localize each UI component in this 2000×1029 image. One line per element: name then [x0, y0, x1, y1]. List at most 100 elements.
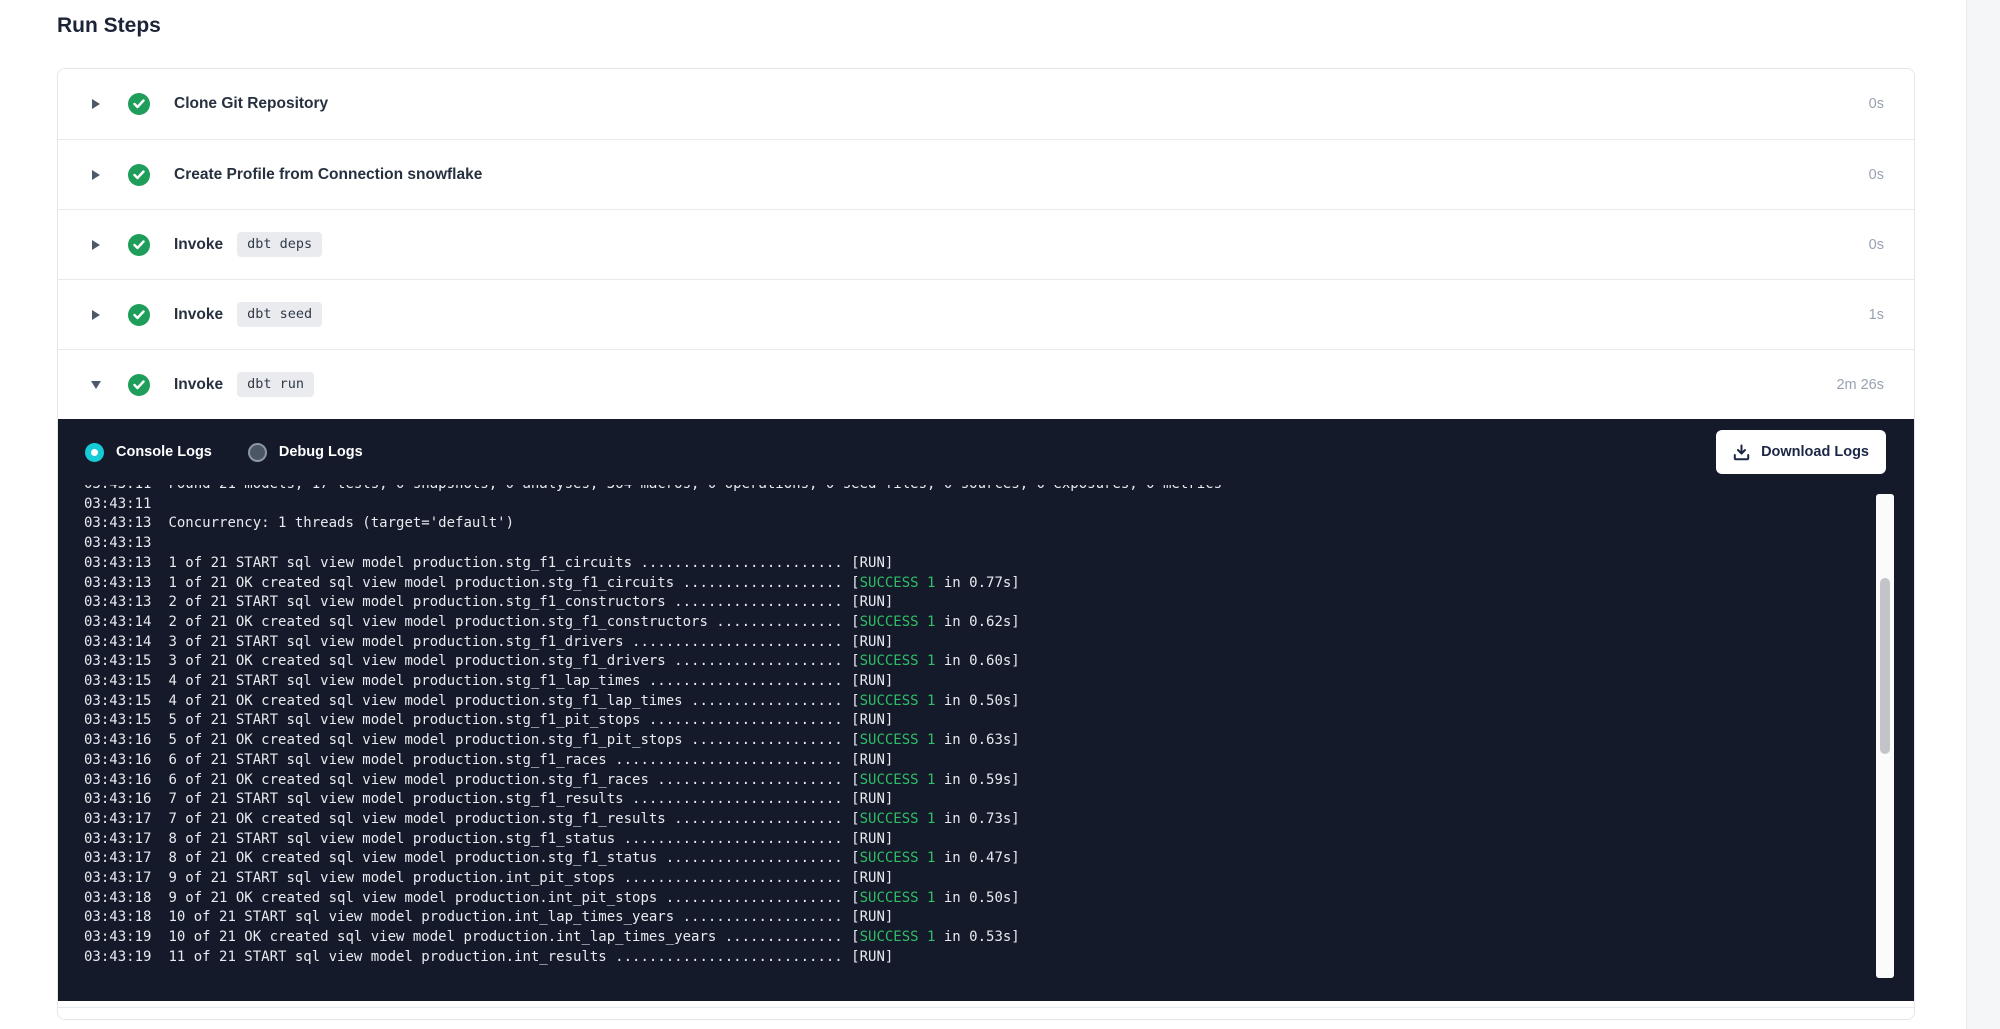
log-success-text: SUCCESS 1: [860, 653, 936, 669]
log-line: 03:43:177 of 21 OK created sql view mode…: [84, 810, 1914, 830]
step-row-invoke-dbt-deps[interactable]: Invoke dbt deps 0s: [58, 209, 1914, 279]
log-success-text: SUCCESS 1: [860, 811, 936, 827]
log-text: in 0.63s]: [935, 732, 1019, 748]
log-timestamp: 03:43:16: [84, 772, 151, 788]
log-success-text: SUCCESS 1: [860, 614, 936, 630]
log-success-text: SUCCESS 1: [860, 732, 936, 748]
expand-button[interactable]: [88, 310, 104, 320]
step-command-chip: dbt seed: [237, 302, 322, 327]
expand-button[interactable]: [88, 170, 104, 180]
log-text: in 0.60s]: [935, 653, 1019, 669]
log-timestamp: 03:43:13: [84, 515, 151, 531]
radio-debug-logs[interactable]: Debug Logs: [248, 443, 363, 462]
log-text: 8 of 21 OK created sql view model produc…: [168, 850, 859, 866]
step-row-create-profile[interactable]: Create Profile from Connection snowflake…: [58, 139, 1914, 209]
scrollbar-thumb[interactable]: [1880, 578, 1890, 754]
steps-card: Clone Git Repository 0s Create Profile f…: [57, 68, 1915, 1020]
radio-console-logs[interactable]: Console Logs: [85, 443, 212, 462]
log-text: in 0.53s]: [935, 929, 1019, 945]
caret-down-icon: [91, 381, 101, 389]
log-text: in 0.77s]: [935, 575, 1019, 591]
check-circle-icon: [128, 234, 150, 256]
log-line: 03:43:19 11 of 21 START sql view model pr…: [84, 948, 1914, 968]
run-steps-section: Run Steps Clone Git Repository 0s Create…: [57, 0, 1915, 1020]
log-text: 4 of 21 OK created sql view model produc…: [168, 693, 859, 709]
log-text: 11 of 21 START sql view model production…: [168, 949, 893, 965]
step-duration: 2m 26s: [1836, 377, 1884, 393]
step-row-invoke-dbt-run[interactable]: Invoke dbt run 2m 26s: [58, 349, 1914, 419]
console-log-viewport[interactable]: 03:43:11Found 21 models, 17 tests, 0 sna…: [58, 485, 1914, 1001]
log-text: 4 of 21 START sql view model production.…: [168, 673, 893, 689]
download-logs-button[interactable]: Download Logs: [1716, 430, 1886, 474]
step-command-chip: dbt deps: [237, 232, 322, 257]
log-timestamp: 03:43:19: [84, 949, 151, 965]
log-panel: Console Logs Debug Logs Download Logs: [58, 419, 1914, 1001]
log-panel-header: Console Logs Debug Logs Download Logs: [58, 419, 1914, 485]
log-timestamp: 03:43:18: [84, 909, 151, 925]
log-line: 03:43:18 10 of 21 START sql view model pr…: [84, 908, 1914, 928]
expand-button[interactable]: [88, 99, 104, 109]
log-timestamp: 03:43:14: [84, 614, 151, 630]
step-label: Invoke: [174, 236, 223, 254]
log-line: 03:43:155 of 21 START sql view model pro…: [84, 711, 1914, 731]
log-timestamp: 03:43:13: [84, 594, 151, 610]
log-line: 03:43:15 4 of 21 START sql view model pro…: [84, 672, 1914, 692]
log-timestamp: 03:43:16: [84, 732, 151, 748]
log-text: in 0.59s]: [935, 772, 1019, 788]
log-timestamp: 03:43:13: [84, 575, 151, 591]
log-text: 2 of 21 OK created sql view model produc…: [168, 614, 859, 630]
log-timestamp: 03:43:15: [84, 673, 151, 689]
log-line: 03:43:131 of 21 START sql view model pro…: [84, 554, 1914, 574]
check-circle-icon: [128, 304, 150, 326]
caret-right-icon: [92, 240, 100, 250]
step-label: Invoke: [174, 306, 223, 324]
log-timestamp: 03:43:15: [84, 653, 151, 669]
step-row-clone-git-repository[interactable]: Clone Git Repository 0s: [58, 69, 1914, 139]
radio-selected-icon[interactable]: [85, 443, 104, 462]
log-text: 2 of 21 START sql view model production.…: [168, 594, 893, 610]
console-log-lines: 03:43:11Found 21 models, 17 tests, 0 sna…: [84, 485, 1914, 968]
log-text: 9 of 21 START sql view model production.…: [168, 870, 893, 886]
log-text: in 0.62s]: [935, 614, 1019, 630]
log-success-text: SUCCESS 1: [860, 929, 936, 945]
log-text: 10 of 21 START sql view model production…: [168, 909, 893, 925]
step-row-invoke-dbt-seed[interactable]: Invoke dbt seed 1s: [58, 279, 1914, 349]
log-text: 9 of 21 OK created sql view model produc…: [168, 890, 859, 906]
log-text: 3 of 21 OK created sql view model produc…: [168, 653, 859, 669]
log-line: 03:43:11: [84, 495, 1914, 515]
log-timestamp: 03:43:11: [84, 496, 151, 512]
expand-button[interactable]: [88, 240, 104, 250]
page-title: Run Steps: [57, 14, 1915, 38]
check-circle-icon: [128, 93, 150, 115]
step-duration: 0s: [1869, 167, 1884, 183]
step-duration: 0s: [1869, 237, 1884, 253]
log-text: 8 of 21 START sql view model production.…: [168, 831, 893, 847]
log-line: 03:43:166 of 21 OK created sql view mode…: [84, 771, 1914, 791]
log-timestamp: 03:43:18: [84, 890, 151, 906]
log-timestamp: 03:43:14: [84, 634, 151, 650]
log-success-text: SUCCESS 1: [860, 772, 936, 788]
log-success-text: SUCCESS 1: [860, 575, 936, 591]
log-line: 03:43:154 of 21 OK created sql view mode…: [84, 692, 1914, 712]
caret-right-icon: [92, 99, 100, 109]
log-line: 03:43:13: [84, 534, 1914, 554]
right-gutter: [1966, 0, 2000, 1029]
log-line: 03:43:178 of 21 START sql view model pro…: [84, 830, 1914, 850]
log-timestamp: 03:43:13: [84, 535, 151, 551]
log-line: 03:43:1910 of 21 OK created sql view mod…: [84, 928, 1914, 948]
log-line: 03:43:13 1 of 21 OK created sql view mode…: [84, 574, 1914, 594]
log-text: 1 of 21 START sql view model production.…: [168, 555, 893, 571]
log-line: 03:43:179 of 21 START sql view model pro…: [84, 869, 1914, 889]
collapse-button[interactable]: [88, 381, 104, 389]
radio-unselected-icon[interactable]: [248, 443, 267, 462]
step-label: Clone Git Repository: [174, 95, 328, 113]
log-timestamp: 03:43:17: [84, 850, 151, 866]
log-line: 03:43:11Found 21 models, 17 tests, 0 sna…: [84, 485, 1914, 495]
log-line: 03:43:18 9 of 21 OK created sql view mode…: [84, 889, 1914, 909]
log-line: 03:43:13 2 of 21 START sql view model pro…: [84, 593, 1914, 613]
log-text: 5 of 21 START sql view model production.…: [168, 712, 893, 728]
log-success-text: SUCCESS 1: [860, 890, 936, 906]
scrollbar-track[interactable]: [1876, 494, 1894, 978]
check-circle-icon: [128, 374, 150, 396]
log-text: 1 of 21 OK created sql view model produc…: [168, 575, 859, 591]
